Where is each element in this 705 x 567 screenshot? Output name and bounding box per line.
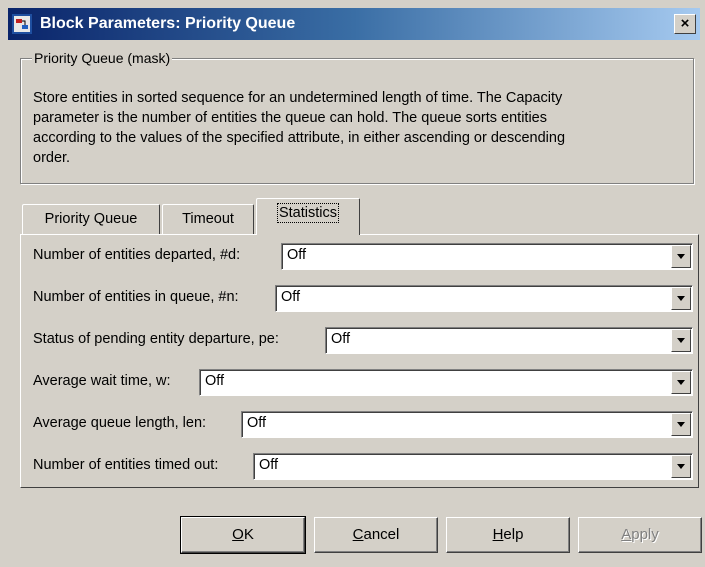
tab-priority-queue[interactable]: Priority Queue (22, 204, 160, 234)
stat-row-wait-time: Average wait time, w: Off (33, 369, 693, 397)
help-label-rest: elp (503, 526, 524, 543)
stat-label: Number of entities in queue, #n: (33, 289, 239, 305)
stat-label: Average wait time, w: (33, 373, 171, 389)
apply-mnemonic: A (621, 526, 632, 543)
select-value: Off (281, 289, 301, 305)
chevron-down-icon[interactable] (671, 371, 691, 394)
cancel-mnemonic: C (352, 526, 364, 543)
select-value: Off (331, 331, 351, 347)
select-value: Off (259, 457, 279, 473)
window-title: Block Parameters: Priority Queue (40, 15, 296, 32)
chevron-down-icon[interactable] (671, 287, 691, 310)
ok-button[interactable]: OK (180, 516, 306, 554)
help-mnemonic: H (492, 526, 504, 543)
simulink-block-icon (12, 14, 32, 34)
cancel-label-rest: ancel (363, 526, 400, 543)
help-button[interactable]: Help (446, 517, 570, 553)
cancel-button[interactable]: Cancel (314, 517, 438, 553)
stat-row-in-queue: Number of entities in queue, #n: Off (33, 285, 693, 313)
select-value: Off (287, 247, 307, 263)
select-value: Off (205, 373, 225, 389)
stat-label: Average queue length, len: (33, 415, 207, 431)
description-line: Store entities in sorted sequence for an… (33, 90, 563, 106)
departed-select[interactable]: Off (281, 243, 693, 270)
close-icon: × (680, 15, 690, 32)
description-line: according to the values of the specified… (33, 130, 566, 146)
tab-label: Statistics (276, 203, 340, 223)
stat-row-pending-departure: Status of pending entity departure, pe: … (33, 327, 693, 355)
wait-time-select[interactable]: Off (199, 369, 693, 396)
description-line: parameter is the number of entities the … (33, 110, 547, 126)
tab-timeout[interactable]: Timeout (162, 204, 254, 234)
ok-mnemonic: O (232, 526, 244, 543)
description-line: order. (33, 150, 71, 166)
stat-label: Status of pending entity departure, pe: (33, 331, 279, 347)
block-parameters-dialog: Block Parameters: Priority Queue × Prior… (0, 0, 705, 567)
pending-departure-select[interactable]: Off (325, 327, 693, 354)
queue-length-select[interactable]: Off (241, 411, 693, 438)
apply-label-rest: pply (631, 526, 659, 543)
tab-label: Priority Queue (44, 211, 138, 227)
chevron-down-icon[interactable] (671, 413, 691, 436)
in-queue-select[interactable]: Off (275, 285, 693, 312)
chevron-down-icon[interactable] (671, 329, 691, 352)
stat-label: Number of entities timed out: (33, 457, 219, 473)
chevron-down-icon[interactable] (671, 455, 691, 478)
tab-label: Timeout (182, 211, 234, 227)
apply-button[interactable]: Apply (578, 517, 702, 553)
chevron-down-icon[interactable] (671, 245, 691, 268)
title-bar[interactable]: Block Parameters: Priority Queue × (8, 8, 700, 40)
stat-label: Number of entities departed, #d: (33, 247, 241, 263)
timed-out-select[interactable]: Off (253, 453, 693, 480)
close-button[interactable]: × (674, 14, 696, 34)
ok-label-rest: K (243, 526, 254, 543)
select-value: Off (247, 415, 267, 431)
mask-description: Store entities in sorted sequence for an… (33, 88, 683, 168)
statistics-panel: Number of entities departed, #d: Off Num… (20, 234, 699, 488)
stat-row-queue-length: Average queue length, len: Off (33, 411, 693, 439)
mask-groupbox-legend: Priority Queue (mask) (32, 49, 173, 67)
tab-statistics[interactable]: Statistics (256, 198, 360, 235)
stat-row-departed: Number of entities departed, #d: Off (33, 243, 693, 271)
stat-row-timed-out: Number of entities timed out: Off (33, 453, 693, 481)
